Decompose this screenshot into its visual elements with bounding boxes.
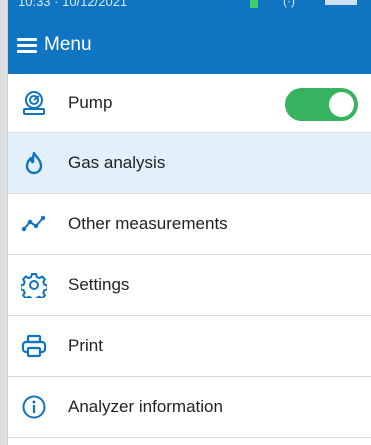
menu-item-analyzer-information[interactable]: Analyzer information <box>8 377 371 438</box>
menu-list: Pump Gas analysis Other measurements Set… <box>8 74 371 438</box>
menu-item-label: Settings <box>68 275 130 294</box>
hamburger-menu-icon[interactable] <box>17 38 37 53</box>
status-bar: 10:33 · 10/12/2021 (·) <box>0 0 371 12</box>
menu-item-print[interactable]: Print <box>8 316 371 377</box>
menu-item-label: Analyzer information <box>68 397 223 416</box>
menu-item-other-measurements[interactable]: Other measurements <box>8 194 371 255</box>
menu-item-label: Gas analysis <box>68 153 166 172</box>
toggle-knob <box>329 92 354 117</box>
menu-item-label: Other measurements <box>68 214 228 233</box>
line-graph-icon <box>21 211 47 237</box>
menu-item-label: Pump <box>68 93 113 112</box>
app-header: Menu <box>0 12 371 74</box>
menu-item-label: Print <box>68 336 103 355</box>
battery-indicator-icon <box>250 0 258 8</box>
gear-icon <box>21 272 47 298</box>
menu-item-pump[interactable]: Pump <box>8 74 371 133</box>
printer-icon <box>21 333 47 359</box>
page-title: Menu <box>44 34 92 55</box>
left-edge-border <box>0 0 8 445</box>
menu-item-gas-analysis[interactable]: Gas analysis <box>8 133 371 194</box>
flame-icon <box>21 150 47 176</box>
status-time: 10:33 · 10/12/2021 <box>18 0 128 9</box>
info-icon <box>21 394 47 420</box>
pump-icon <box>21 90 47 116</box>
status-battery-bar <box>325 0 357 5</box>
app-window: 10:33 · 10/12/2021 (·) Menu Pump Gas ana… <box>0 0 371 445</box>
menu-item-settings[interactable]: Settings <box>8 255 371 316</box>
pump-toggle[interactable] <box>285 88 358 121</box>
status-signal: (·) <box>283 0 295 8</box>
